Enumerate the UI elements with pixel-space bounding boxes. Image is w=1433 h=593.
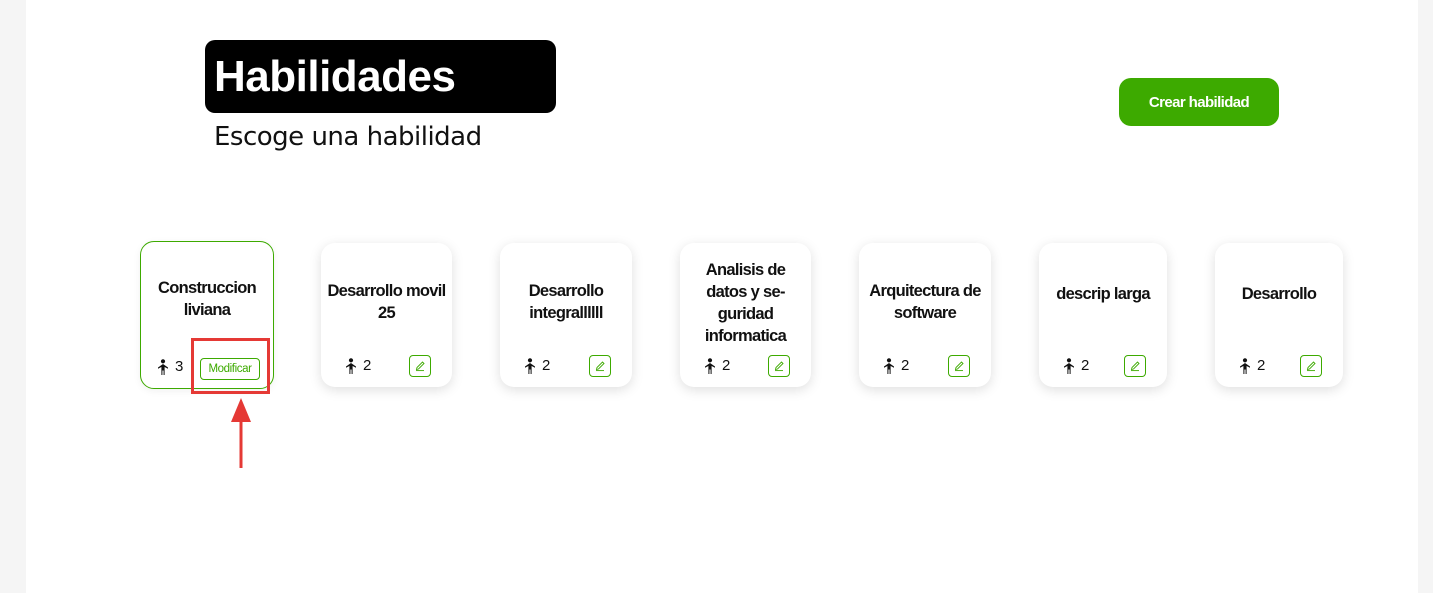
person-icon <box>525 357 535 374</box>
edit-skill-button[interactable] <box>1124 355 1146 377</box>
pencil-icon <box>415 361 425 372</box>
person-icon <box>705 357 715 374</box>
skill-card-title: Desarrollo integrallllll <box>528 282 604 322</box>
arrow-up-icon <box>231 398 251 468</box>
skill-card[interactable]: descrip larga 2 <box>1039 243 1167 387</box>
member-count-value: 3 <box>175 358 184 375</box>
skill-card-title: Desarrollo <box>1241 285 1317 303</box>
page-title-box: Habilidades <box>205 40 556 113</box>
skill-card-footer: 2 <box>680 355 811 379</box>
skill-card-footer: 2 <box>1039 355 1167 379</box>
member-count: 2 <box>1063 357 1089 374</box>
person-icon <box>1064 357 1074 374</box>
member-count: 3 <box>157 358 183 375</box>
member-count-value: 2 <box>1257 357 1266 374</box>
member-count-value: 2 <box>542 357 551 374</box>
person-icon <box>1240 357 1250 374</box>
member-count-value: 2 <box>722 357 731 374</box>
person-icon <box>158 358 168 375</box>
member-count-value: 2 <box>363 357 372 374</box>
edit-skill-button[interactable] <box>1300 355 1322 377</box>
skill-card-title: Desarrollo movil 25 <box>327 282 446 322</box>
person-icon <box>884 357 894 374</box>
skill-card-footer: 2 <box>321 355 452 379</box>
skill-card-title: Analisis de datos y se-guridad informati… <box>704 261 787 345</box>
skill-card[interactable]: Desarrollo 2 <box>1215 243 1343 387</box>
pencil-icon <box>1306 361 1316 372</box>
page-subtitle: Escoge una habilidad <box>214 122 482 152</box>
skill-card[interactable]: Desarrollo movil 25 2 <box>321 243 452 387</box>
edit-skill-button[interactable] <box>409 355 431 377</box>
pencil-icon <box>774 361 784 372</box>
create-skill-button[interactable]: Crear habilidad <box>1119 78 1279 126</box>
page-title: Habilidades <box>214 52 456 101</box>
skill-card-title: descrip larga <box>1056 285 1150 303</box>
skill-card-footer: 2 <box>1215 355 1343 379</box>
edit-skill-button[interactable] <box>589 355 611 377</box>
member-count: 2 <box>345 357 371 374</box>
skill-card[interactable]: Arquitectura de software 2 <box>859 243 991 387</box>
edit-skill-button[interactable] <box>948 355 970 377</box>
member-count: 2 <box>1239 357 1265 374</box>
member-count-value: 2 <box>901 357 910 374</box>
person-icon <box>346 357 356 374</box>
pencil-icon <box>595 361 605 372</box>
skill-card-footer: 2 <box>859 355 991 379</box>
member-count: 2 <box>883 357 909 374</box>
skill-card[interactable]: Analisis de datos y se-guridad informati… <box>680 243 811 387</box>
skill-card[interactable]: Desarrollo integrallllll 2 <box>500 243 632 387</box>
pencil-icon <box>1130 361 1140 372</box>
edit-skill-button[interactable] <box>768 355 790 377</box>
skill-card-title: Arquitectura de software <box>869 282 981 322</box>
pencil-icon <box>954 361 964 372</box>
member-count: 2 <box>524 357 550 374</box>
member-count-value: 2 <box>1081 357 1090 374</box>
annotation-highlight-box <box>191 338 270 394</box>
skill-card-footer: 2 <box>500 355 632 379</box>
member-count: 2 <box>704 357 730 374</box>
